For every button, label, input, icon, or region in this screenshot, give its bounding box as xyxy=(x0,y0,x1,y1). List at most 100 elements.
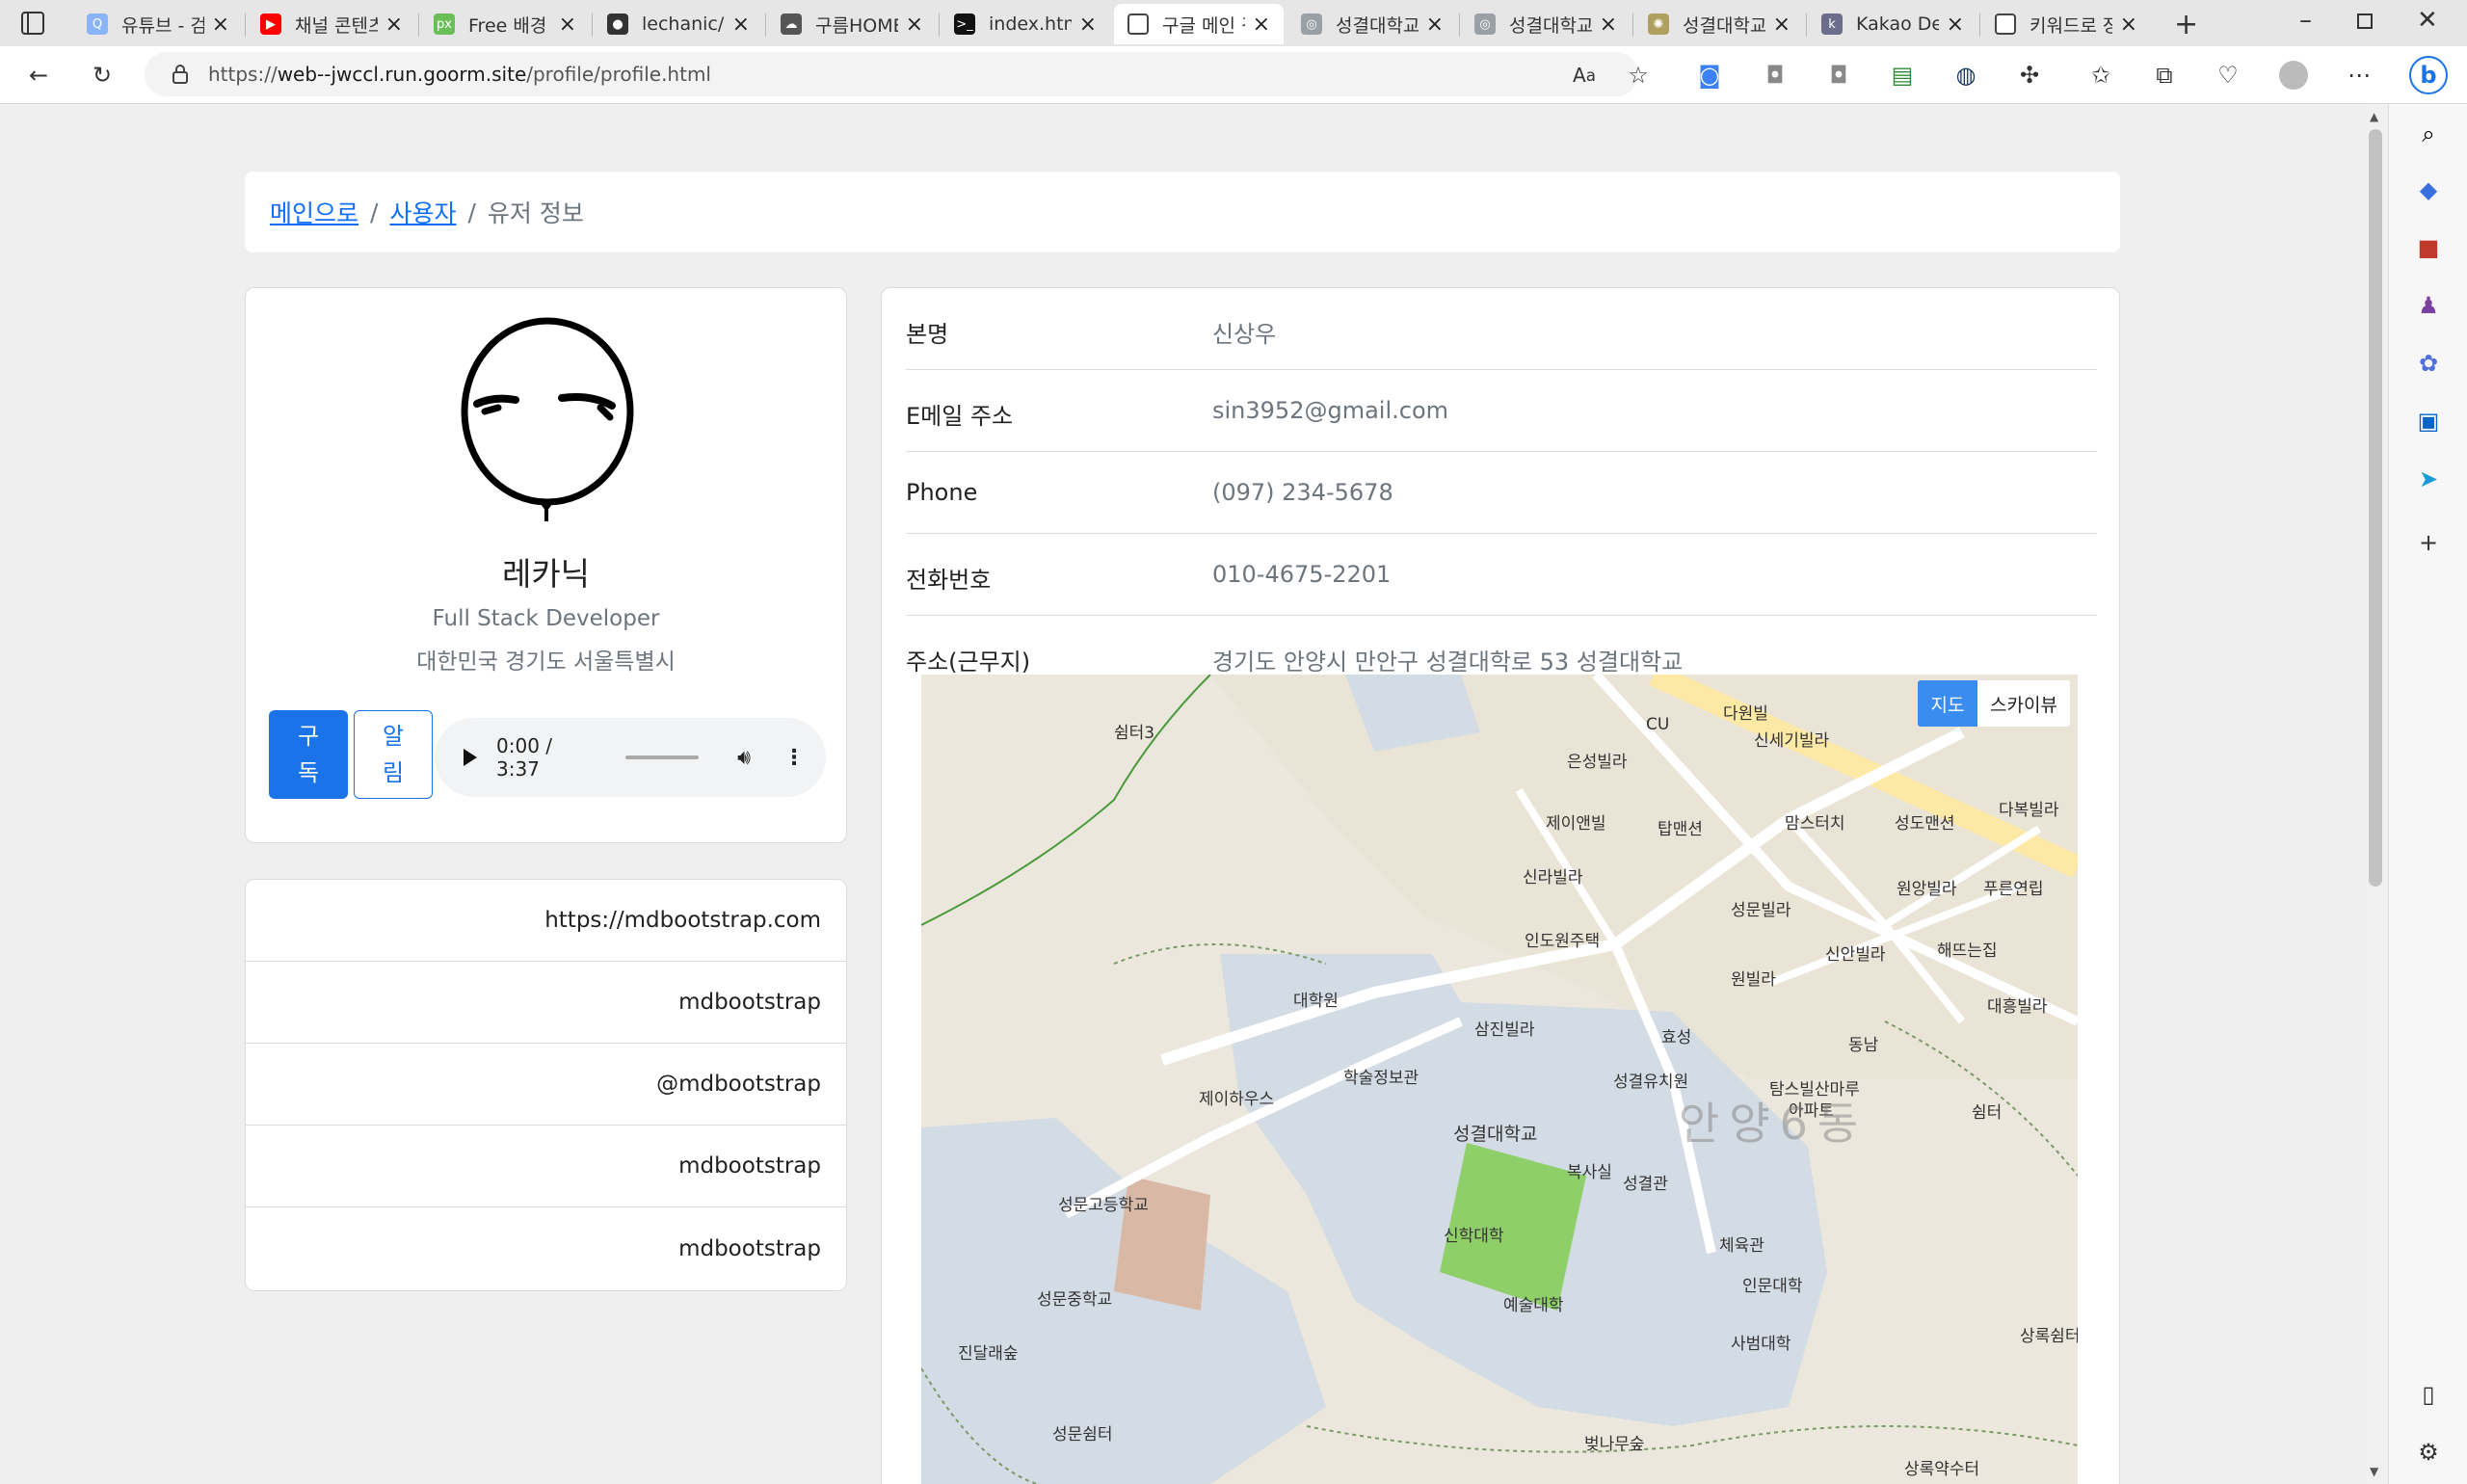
outlook-icon[interactable]: ▣ xyxy=(2412,405,2445,437)
search-icon[interactable]: ⌕ xyxy=(2412,118,2445,150)
link-row[interactable]: https://mdbootstrap.com xyxy=(246,880,846,962)
map-type-map-button[interactable]: 지도 xyxy=(1918,680,1977,727)
link-row[interactable]: mdbootstrap xyxy=(246,962,846,1044)
browser-tab[interactable]: ▶ 채널 콘텐츠 × xyxy=(247,4,416,44)
volume-icon[interactable]: 🔊︎ xyxy=(737,746,751,770)
tab-close-icon[interactable]: × xyxy=(1773,13,1791,37)
favorites-icon[interactable]: ✩ xyxy=(2085,60,2116,91)
audio-seek-bar[interactable] xyxy=(625,755,700,759)
profile-avatar-icon[interactable] xyxy=(2278,60,2309,91)
read-aloud-icon[interactable]: Aa xyxy=(1569,60,1600,91)
browser-tab-strip: Q유튜브 - 검×▶채널 콘텐츠×pxFree 배경×●lechanic/W×☁… xyxy=(0,0,2467,46)
browser-tab[interactable]: ◎ 성결대학교 × xyxy=(1287,4,1457,44)
browser-tab[interactable]: Q 유튜브 - 검 × xyxy=(73,4,243,44)
sidebar-toggle-icon[interactable]: ▯ xyxy=(2412,1378,2445,1411)
favorite-add-icon[interactable]: ☆ xyxy=(1623,60,1654,91)
extension-1-icon[interactable]: ◙ xyxy=(1694,60,1725,91)
info-row-name: 본명 신상우 xyxy=(906,288,2097,370)
map-background xyxy=(921,675,2078,1484)
info-row-phone: Phone (097) 234-5678 xyxy=(906,452,2097,534)
browser-tab[interactable]: px Free 배경 × xyxy=(420,4,590,44)
tab-close-icon[interactable]: × xyxy=(1600,13,1617,37)
settings-icon[interactable]: ⚙ xyxy=(2412,1436,2445,1469)
browser-tab[interactable]: ● lechanic/W × xyxy=(594,4,763,44)
map-label: 상록약수터 xyxy=(1904,1460,1980,1479)
new-tab-button[interactable]: + xyxy=(2174,8,2198,41)
breadcrumb-home-link[interactable]: 메인으로 xyxy=(270,195,358,229)
shopping-tag-icon[interactable]: ◆ xyxy=(2412,173,2445,206)
tab-title: index.html xyxy=(989,13,1072,35)
scroll-down-arrow[interactable]: ▼ xyxy=(2370,1465,2378,1478)
link-row[interactable]: mdbootstrap xyxy=(246,1126,846,1207)
camera-2-icon[interactable]: ◘ xyxy=(1823,60,1854,91)
camera-icon[interactable]: ◘ xyxy=(1760,60,1791,91)
info-label: Phone xyxy=(906,479,978,506)
tab-close-icon[interactable]: × xyxy=(1947,13,1964,37)
microsoft365-icon[interactable]: ✿ xyxy=(2412,347,2445,380)
more-menu-icon[interactable]: ⋯ xyxy=(2344,60,2374,91)
tab-close-icon[interactable]: × xyxy=(385,13,403,37)
map-label: 신라빌라 xyxy=(1523,868,1583,888)
tools-icon[interactable]: ■ xyxy=(2412,231,2445,264)
browser-tab[interactable]: ◎ 성결대학교 × xyxy=(1461,4,1631,44)
tab-separator xyxy=(939,13,940,37)
tab-close-icon[interactable]: × xyxy=(2120,13,2137,37)
browser-tab[interactable]: >_ index.html × xyxy=(941,4,1110,44)
health-icon[interactable]: ♡ xyxy=(2213,60,2243,91)
map-label: 성문빌라 xyxy=(1731,901,1791,920)
address-bar[interactable]: https://web--jwccl.run.goorm.site/profil… xyxy=(145,52,1638,96)
collections-icon[interactable]: ⧉ xyxy=(2149,60,2180,91)
link-row[interactable]: mdbootstrap xyxy=(246,1207,846,1289)
tab-actions-icon[interactable] xyxy=(21,12,44,35)
map-label: 성결유치원 xyxy=(1613,1073,1689,1092)
map-label: 해뜨는집 xyxy=(1937,941,1998,961)
extensions-icon[interactable]: ✣ xyxy=(2014,60,2045,91)
send-icon[interactable]: ➤ xyxy=(2412,463,2445,495)
browser-tab[interactable]: ✺ 성결대학교 × xyxy=(1634,4,1804,44)
map-label: 사범대학 xyxy=(1731,1335,1791,1354)
tab-close-icon[interactable]: × xyxy=(906,13,923,37)
scroll-up-arrow[interactable]: ▲ xyxy=(2370,110,2378,123)
tab-title: 성결대학교 xyxy=(1683,14,1765,37)
more-options-icon[interactable]: ⋮ xyxy=(783,746,805,770)
page-scrollbar[interactable]: ▲ ▼ xyxy=(2363,104,2388,1484)
info-label: 본명 xyxy=(906,321,949,348)
browser-tab[interactable]: ▯ 키워드로 장 × xyxy=(1981,4,2151,44)
info-row-email: E메일 주소 sin3952@gmail.com xyxy=(906,370,2097,452)
breadcrumb-separator: / xyxy=(370,198,379,226)
browser-tab[interactable]: k Kakao Dev × xyxy=(1808,4,1977,44)
printer-icon[interactable]: ▤ xyxy=(1887,60,1918,91)
browser-tab[interactable]: ▯ 구글 메인 검 × xyxy=(1114,4,1284,44)
add-sidebar-icon[interactable]: + xyxy=(2412,526,2445,559)
tab-close-icon[interactable]: × xyxy=(732,13,750,37)
browser-tab[interactable]: ☁ 구름HOME × xyxy=(767,4,937,44)
map-type-skyview-button[interactable]: 스카이뷰 xyxy=(1977,680,2070,727)
scroll-thumb[interactable] xyxy=(2369,129,2382,887)
bing-icon[interactable]: b xyxy=(2409,56,2448,94)
breadcrumb-users-link[interactable]: 사용자 xyxy=(389,195,456,229)
tab-separator xyxy=(765,13,766,37)
map-label: 성결관 xyxy=(1623,1175,1668,1194)
tab-favicon-icon: k xyxy=(1821,13,1843,35)
close-window-button[interactable]: ✕ xyxy=(2417,6,2438,35)
refresh-icon[interactable]: ↻ xyxy=(87,60,118,91)
gpt-icon[interactable]: ◍ xyxy=(1950,60,1981,91)
tab-close-icon[interactable]: × xyxy=(212,13,229,37)
map-label: 제이앤빌 xyxy=(1546,814,1606,834)
link-row[interactable]: @mdbootstrap xyxy=(246,1044,846,1126)
tab-close-icon[interactable]: × xyxy=(1079,13,1097,37)
maximize-button[interactable] xyxy=(2357,13,2373,29)
tab-separator xyxy=(245,13,246,37)
subscribe-button[interactable]: 구 독 xyxy=(269,710,348,799)
tab-favicon-icon: Q xyxy=(87,13,108,35)
notify-button[interactable]: 알 림 xyxy=(354,710,433,799)
tab-close-icon[interactable]: × xyxy=(559,13,576,37)
tab-close-icon[interactable]: × xyxy=(1253,13,1270,37)
back-icon[interactable]: ← xyxy=(23,60,54,91)
minimize-button[interactable]: – xyxy=(2299,6,2312,35)
tab-close-icon[interactable]: × xyxy=(1426,13,1444,37)
play-icon[interactable] xyxy=(464,749,477,766)
kakao-map[interactable]: 쉼터3 CU 다원빌 신세기빌라 은성빌라 맘스터치 성도맨션 다복빌라 제이앤… xyxy=(921,675,2078,1484)
games-icon[interactable]: ♟ xyxy=(2412,289,2445,322)
map-label: 안양6동 xyxy=(1679,1098,1869,1150)
